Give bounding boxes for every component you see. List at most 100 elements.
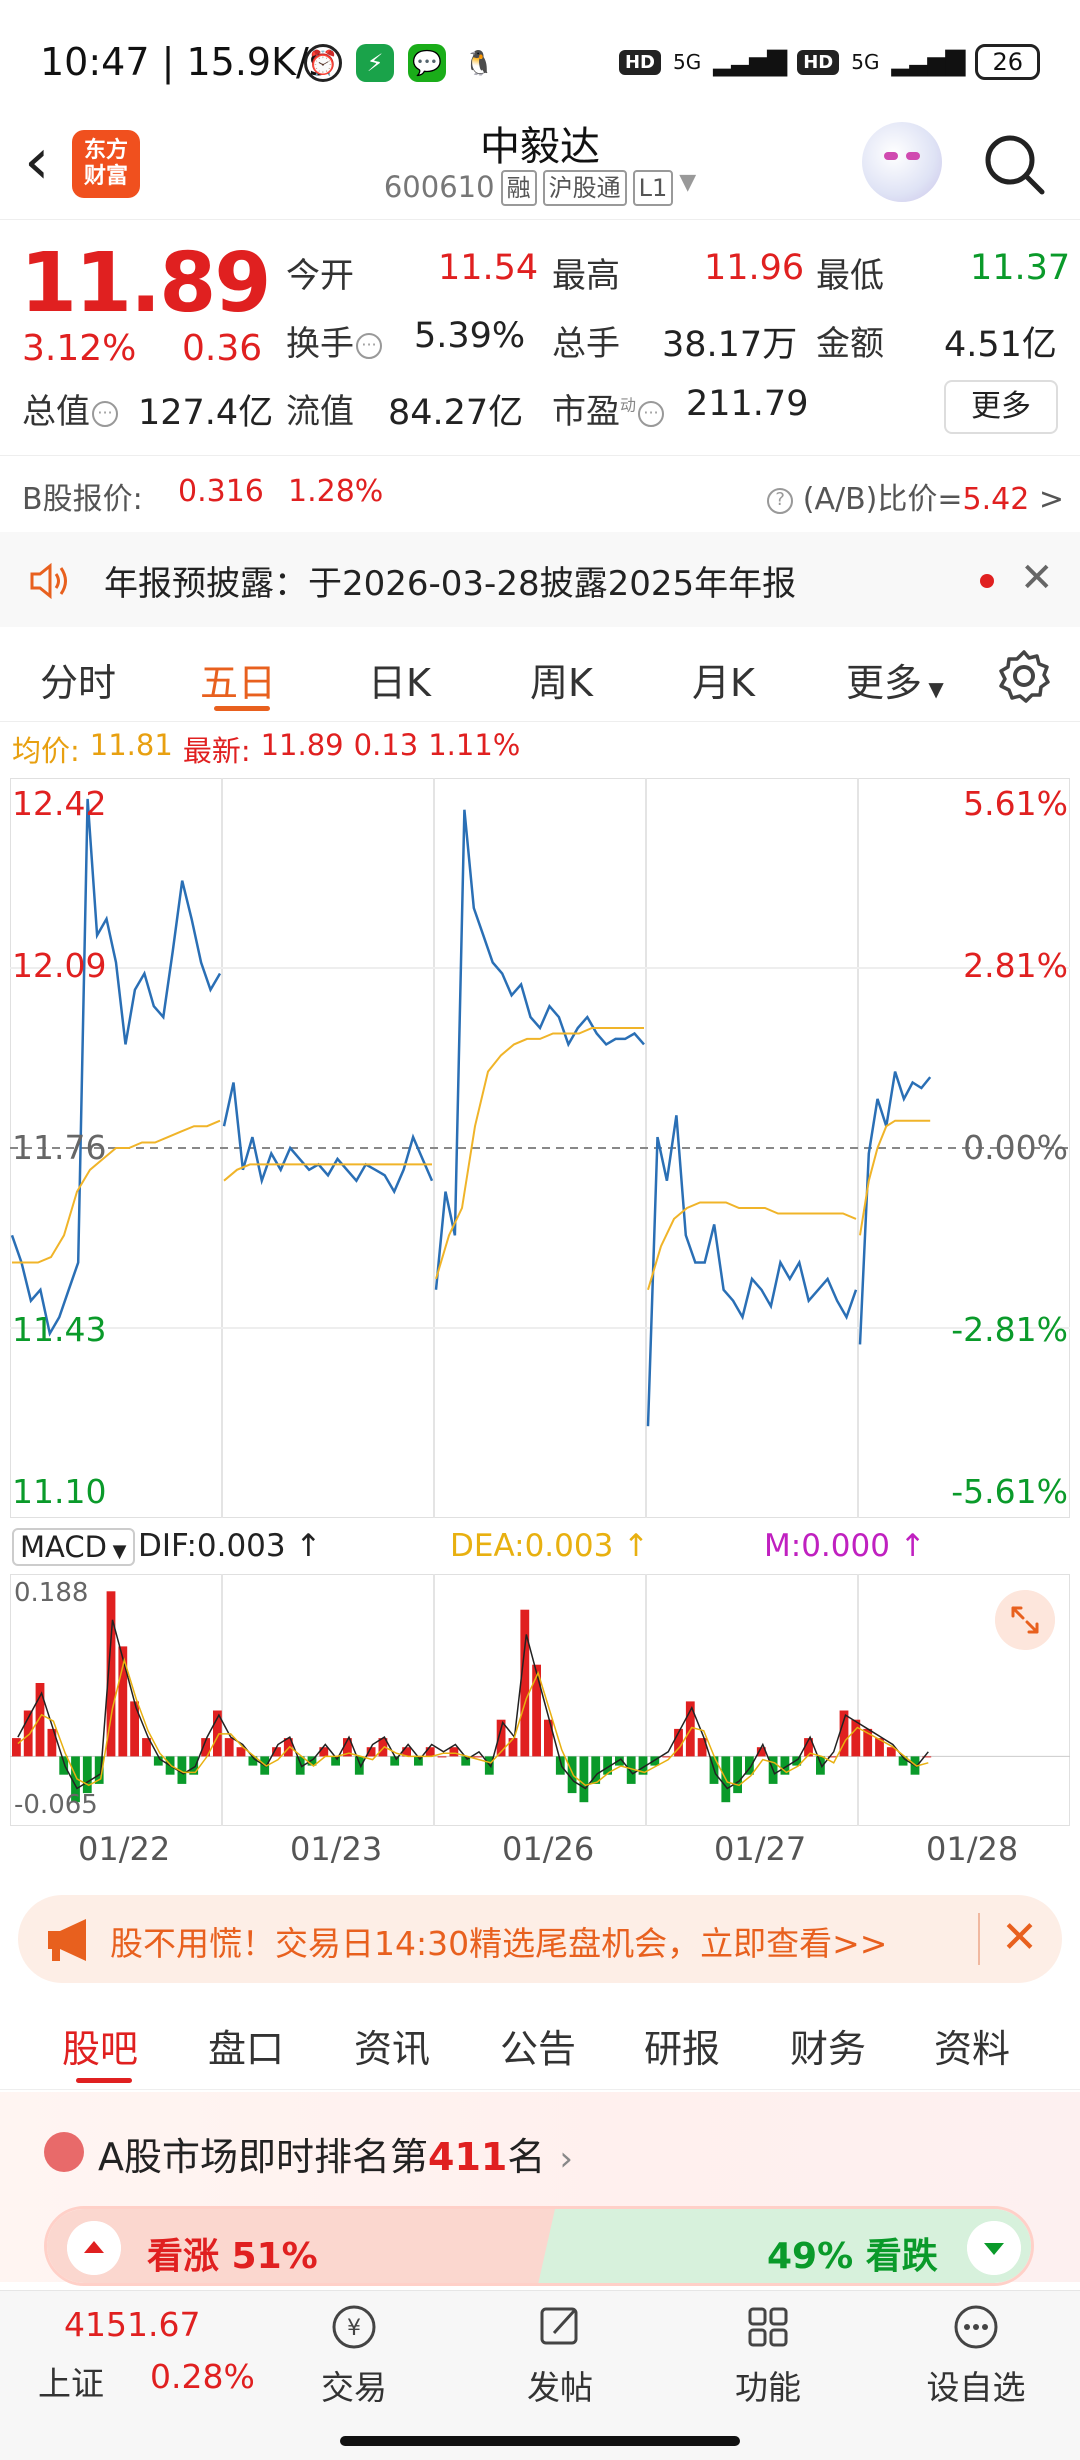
tab-finance[interactable]: 财务	[790, 2018, 866, 2073]
tab-research[interactable]: 研报	[644, 2018, 720, 2073]
turnover-label: 换手 ···	[286, 316, 382, 365]
stock-header: ‹ 东方 财富 中毅达 600610 融 沪股通 L1 ▼	[0, 110, 1080, 220]
five-day-chart[interactable]: 12.42 12.09 11.76 11.43 11.10 5.61% 2.81…	[9, 777, 1071, 1519]
macd-bar	[425, 1747, 435, 1757]
vote-down-button[interactable]	[967, 2221, 1021, 2275]
info-icon-2[interactable]: ···	[92, 400, 118, 427]
info-icon-3[interactable]: ···	[638, 400, 665, 427]
network-label-2: 5G	[851, 50, 880, 74]
shield-app-icon: ⚡	[356, 44, 394, 82]
macd-bar	[354, 1756, 364, 1775]
vote-up-label: 看涨 51%	[147, 2236, 318, 2277]
content-tabs: 股吧 盘口 资讯 公告 研报 财务 资料	[0, 1998, 1080, 2090]
tab-weekly-k[interactable]: 周K	[530, 652, 593, 707]
ranking-text[interactable]: A股市场即时排名第411名 ›	[98, 2126, 573, 2181]
index-value[interactable]: 4151.67	[64, 2305, 200, 2344]
nav-add-watchlist[interactable]: 设自选	[916, 2297, 1036, 2409]
tab-forum[interactable]: 股吧	[62, 2018, 138, 2073]
edit-icon	[540, 2307, 578, 2345]
caret-down-icon: ▼	[106, 1541, 127, 1562]
tag-level: L1	[632, 170, 674, 206]
tab-orderbook[interactable]: 盘口	[208, 2018, 284, 2073]
nav-add-watchlist-label: 设自选	[926, 2368, 1026, 2407]
home-indicator	[340, 2436, 740, 2446]
macd-chart[interactable]: 0.188 -0.065	[9, 1573, 1071, 1827]
index-pct[interactable]: 0.28%	[150, 2357, 255, 2396]
tab-daily-k[interactable]: 日K	[368, 652, 431, 707]
svg-text:¥: ¥	[347, 2316, 361, 2341]
ab-ratio[interactable]: ? (A/B)比价=5.42 >	[765, 474, 1064, 518]
promo-banner[interactable]: 股不用慌！交易日14:30精选尾盘机会，立即查看>> ✕	[18, 1895, 1062, 1983]
latest-change: 0.13	[353, 728, 419, 762]
nav-post[interactable]: 发帖	[500, 2297, 620, 2409]
vote-up-button[interactable]	[67, 2221, 121, 2275]
status-notification-icons: ⏰ ⚡ 💬 🐧	[304, 44, 498, 82]
status-time: 10:47 | 15.9K/s	[40, 40, 329, 84]
caret-down-icon: ▼	[922, 677, 944, 701]
promo-close-icon[interactable]: ✕	[978, 1913, 1038, 1965]
macd-bar	[82, 1756, 92, 1794]
expand-icon[interactable]	[995, 1590, 1055, 1650]
macd-bar	[59, 1756, 69, 1775]
price-chart-svg	[9, 777, 1071, 1519]
chart-tabs: 分时 五日 日K 周K 月K 更多 ▼	[0, 630, 1080, 722]
indicator-selector[interactable]: MACD ▼	[12, 1528, 135, 1566]
tag-connect: 沪股通	[542, 170, 627, 206]
price-line-day-3	[646, 1115, 858, 1427]
amount-value: 4.51亿	[944, 325, 1057, 365]
macd-bar	[224, 1738, 234, 1757]
tab-intraday[interactable]: 分时	[40, 652, 116, 707]
index-name[interactable]: 上证	[38, 2357, 104, 2405]
change-percent: 3.12%	[22, 328, 137, 369]
robot-assistant-icon[interactable]	[862, 122, 942, 202]
price-line-day-4	[858, 1071, 932, 1345]
tab-five-day[interactable]: 五日	[200, 652, 276, 707]
change-amount: 0.36	[182, 328, 263, 369]
nav-trade[interactable]: ¥ 交易	[294, 2297, 414, 2409]
latest-label: 最新:	[182, 734, 251, 768]
macd-m: M:0.000 ↑	[764, 1528, 926, 1564]
low-value: 11.37	[970, 248, 1071, 288]
tab-announcements[interactable]: 公告	[500, 2018, 576, 2073]
price-line-day-1	[222, 1082, 434, 1195]
macd-bar	[733, 1756, 742, 1794]
pe-label: 市盈动 ···	[552, 384, 665, 433]
macd-bar	[449, 1747, 459, 1757]
pe-value: 211.79	[686, 384, 809, 424]
macd-bar	[319, 1747, 329, 1757]
volume-value: 38.17万	[662, 325, 798, 365]
tab-monthly-k[interactable]: 月K	[692, 652, 755, 707]
nav-trade-label: 交易	[321, 2368, 387, 2407]
y-tick-right-1: 2.81%	[963, 946, 1068, 985]
chart-legend: 均价: 11.81 最新: 11.89 0.13 1.11%	[12, 728, 520, 770]
tab-more[interactable]: 更多 ▼	[846, 652, 944, 707]
more-button[interactable]: 更多	[944, 380, 1058, 434]
signal-icon-2: ▂▃▅▇	[891, 47, 965, 77]
y-tick-left-2: 11.76	[12, 1128, 107, 1167]
mcap-label: 总值 ···	[22, 384, 118, 433]
tab-news[interactable]: 资讯	[354, 2018, 430, 2073]
low-label: 最低	[816, 256, 884, 296]
chevron-right-icon: ›	[559, 2139, 573, 2179]
close-icon[interactable]: ✕	[1020, 558, 1056, 598]
macd-max: 0.188	[14, 1578, 89, 1608]
macd-chart-svg	[9, 1573, 1071, 1827]
search-icon[interactable]	[980, 130, 1050, 200]
nav-functions[interactable]: 功能	[708, 2297, 828, 2409]
question-icon: ?	[767, 487, 794, 514]
y-tick-right-2: 0.00%	[963, 1128, 1068, 1167]
avg-price-line-day-3	[647, 1201, 857, 1291]
info-icon[interactable]: ···	[356, 332, 382, 359]
notice-bar[interactable]: 年报预披露：于2026-03-28披露2025年年报 ✕	[0, 532, 1080, 627]
more-dots-icon	[954, 2305, 998, 2349]
macd-dea-line	[17, 1657, 929, 1787]
tab-profile[interactable]: 资料	[934, 2018, 1010, 2073]
macd-bar	[851, 1719, 861, 1757]
macd-bar	[520, 1609, 530, 1757]
status-right: HD 5G ▂▃▅▇ HD 5G ▂▃▅▇ 26	[618, 44, 1040, 80]
dropdown-caret-icon: ▼	[679, 170, 697, 195]
latest-pct: 1.11%	[428, 728, 521, 762]
macd-min: -0.065	[14, 1790, 98, 1820]
bshare-pct: 1.28%	[288, 474, 384, 509]
gear-icon[interactable]	[996, 648, 1052, 704]
